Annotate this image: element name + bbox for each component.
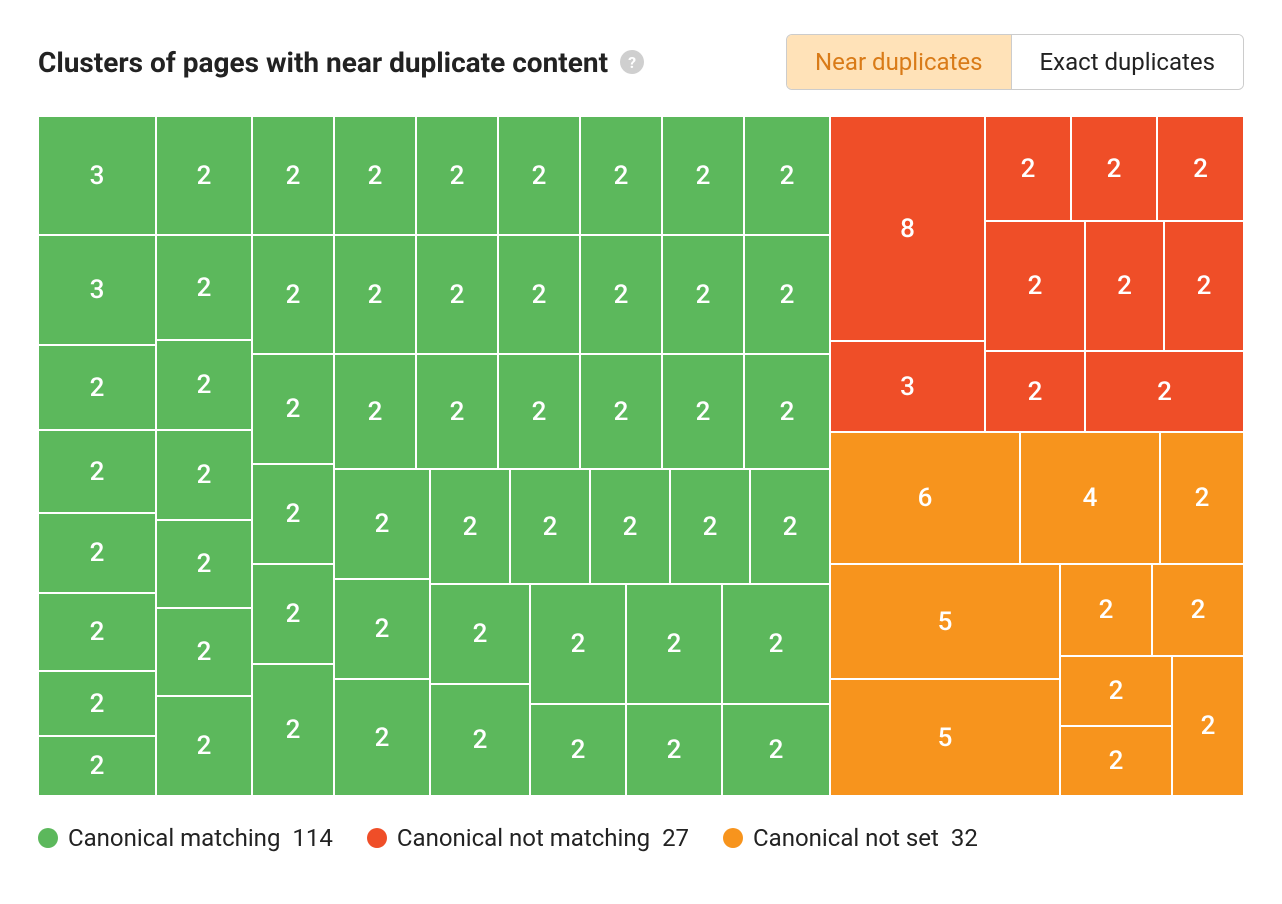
treemap-cell[interactable]: 5 xyxy=(830,679,1060,796)
treemap-cell[interactable]: 2 xyxy=(985,221,1085,351)
treemap-cell[interactable]: 2 xyxy=(662,116,744,235)
treemap-cell[interactable]: 2 xyxy=(498,235,580,354)
chart-legend: Canonical matching 114 Canonical not mat… xyxy=(38,824,1244,852)
treemap-cell[interactable]: 2 xyxy=(156,430,252,520)
treemap-cell[interactable]: 2 xyxy=(156,608,252,696)
treemap-cell[interactable]: 2 xyxy=(156,235,252,340)
treemap-cell[interactable]: 2 xyxy=(38,513,156,593)
treemap-cell[interactable]: 2 xyxy=(498,116,580,235)
help-icon[interactable]: ? xyxy=(620,50,644,74)
legend-canonical-not-set[interactable]: Canonical not set 32 xyxy=(723,824,978,852)
treemap-cell[interactable]: 2 xyxy=(580,354,662,469)
treemap-cell[interactable]: 2 xyxy=(1085,221,1164,351)
chart-title: Clusters of pages with near duplicate co… xyxy=(38,46,608,79)
treemap-cell[interactable]: 2 xyxy=(334,354,416,469)
treemap-cell[interactable]: 2 xyxy=(38,345,156,430)
legend-label: Canonical not matching xyxy=(397,824,650,852)
treemap-cell[interactable]: 2 xyxy=(252,464,334,564)
treemap-cell[interactable]: 2 xyxy=(334,235,416,354)
treemap-cell[interactable]: 2 xyxy=(1060,656,1172,726)
treemap-cell[interactable]: 2 xyxy=(334,579,430,679)
treemap-cell[interactable]: 2 xyxy=(985,116,1071,221)
treemap-cell[interactable]: 2 xyxy=(252,235,334,354)
treemap-cell[interactable]: 2 xyxy=(430,684,530,796)
treemap-cell[interactable]: 8 xyxy=(830,116,985,341)
treemap-cell[interactable]: 2 xyxy=(252,116,334,235)
legend-count: 27 xyxy=(662,824,689,852)
treemap-cell[interactable]: 2 xyxy=(334,469,430,579)
treemap-cell[interactable]: 2 xyxy=(252,664,334,796)
exact-duplicates-tab[interactable]: Exact duplicates xyxy=(1011,35,1243,89)
treemap-cell[interactable]: 2 xyxy=(1060,564,1152,656)
duplicate-type-toggle: Near duplicates Exact duplicates xyxy=(786,34,1244,90)
treemap-cell[interactable]: 2 xyxy=(530,704,626,796)
legend-label: Canonical not set xyxy=(753,824,939,852)
treemap-cell[interactable]: 2 xyxy=(156,696,252,796)
treemap-cell[interactable]: 2 xyxy=(580,116,662,235)
treemap-cell[interactable]: 3 xyxy=(830,341,985,432)
treemap-cell[interactable]: 2 xyxy=(722,704,830,796)
treemap-cell[interactable]: 2 xyxy=(744,116,830,235)
treemap-cell[interactable]: 2 xyxy=(580,235,662,354)
treemap-cell[interactable]: 2 xyxy=(334,679,430,796)
treemap-cell[interactable]: 2 xyxy=(38,430,156,513)
legend-canonical-not-matching[interactable]: Canonical not matching 27 xyxy=(367,824,689,852)
treemap-cell[interactable]: 2 xyxy=(1085,351,1244,432)
treemap-cell[interactable]: 5 xyxy=(830,564,1060,679)
treemap-cell[interactable]: 2 xyxy=(750,469,830,584)
treemap-cell[interactable]: 2 xyxy=(334,116,416,235)
treemap-chart: 3 2 2 2 2 2 2 2 2 3 2 2 2 2 2 2 2 2 2 2 … xyxy=(38,116,1244,796)
chart-header: Clusters of pages with near duplicate co… xyxy=(38,34,1244,90)
treemap-cell[interactable]: 2 xyxy=(626,704,722,796)
treemap-cell[interactable]: 2 xyxy=(626,584,722,704)
treemap-cell[interactable]: 2 xyxy=(416,354,498,469)
treemap-cell[interactable]: 2 xyxy=(744,354,830,469)
legend-count: 114 xyxy=(292,824,332,852)
legend-swatch xyxy=(367,828,387,848)
treemap-cell[interactable]: 2 xyxy=(156,340,252,430)
treemap-cell[interactable]: 2 xyxy=(530,584,626,704)
treemap-cell[interactable]: 2 xyxy=(1152,564,1244,656)
treemap-cell[interactable]: 2 xyxy=(744,235,830,354)
treemap-cell[interactable]: 2 xyxy=(498,354,580,469)
treemap-cell[interactable]: 2 xyxy=(156,116,252,235)
treemap-cell[interactable]: 2 xyxy=(510,469,590,584)
treemap-cell[interactable]: 2 xyxy=(156,520,252,608)
treemap-cell[interactable]: 2 xyxy=(252,564,334,664)
treemap-cell[interactable]: 4 xyxy=(1020,432,1160,564)
treemap-cell[interactable]: 2 xyxy=(252,354,334,464)
treemap-cell[interactable]: 2 xyxy=(662,354,744,469)
treemap-cell[interactable]: 2 xyxy=(1071,116,1157,221)
legend-swatch xyxy=(38,828,58,848)
treemap-cell[interactable]: 2 xyxy=(662,235,744,354)
treemap-cell[interactable]: 2 xyxy=(722,584,830,704)
treemap-cell[interactable]: 2 xyxy=(430,584,530,684)
treemap-cell[interactable]: 2 xyxy=(1060,726,1172,796)
treemap-cell[interactable]: 6 xyxy=(830,432,1020,564)
treemap-cell[interactable]: 2 xyxy=(1164,221,1244,351)
legend-swatch xyxy=(723,828,743,848)
legend-canonical-matching[interactable]: Canonical matching 114 xyxy=(38,824,333,852)
legend-count: 32 xyxy=(951,824,978,852)
treemap-cell[interactable]: 2 xyxy=(1157,116,1244,221)
treemap-cell[interactable]: 2 xyxy=(1172,656,1244,796)
treemap-cell[interactable]: 2 xyxy=(1160,432,1244,564)
treemap-cell[interactable]: 2 xyxy=(590,469,670,584)
treemap-cell[interactable]: 2 xyxy=(38,593,156,671)
treemap-cell[interactable]: 2 xyxy=(416,116,498,235)
treemap-cell[interactable]: 2 xyxy=(38,736,156,796)
treemap-cell[interactable]: 3 xyxy=(38,235,156,345)
treemap-cell[interactable]: 2 xyxy=(38,671,156,736)
treemap-cell[interactable]: 2 xyxy=(985,351,1085,432)
near-duplicates-tab[interactable]: Near duplicates xyxy=(787,35,1010,89)
treemap-cell[interactable]: 2 xyxy=(670,469,750,584)
treemap-cell[interactable]: 3 xyxy=(38,116,156,235)
treemap-cell[interactable]: 2 xyxy=(430,469,510,584)
legend-label: Canonical matching xyxy=(68,824,280,852)
treemap-cell[interactable]: 2 xyxy=(416,235,498,354)
